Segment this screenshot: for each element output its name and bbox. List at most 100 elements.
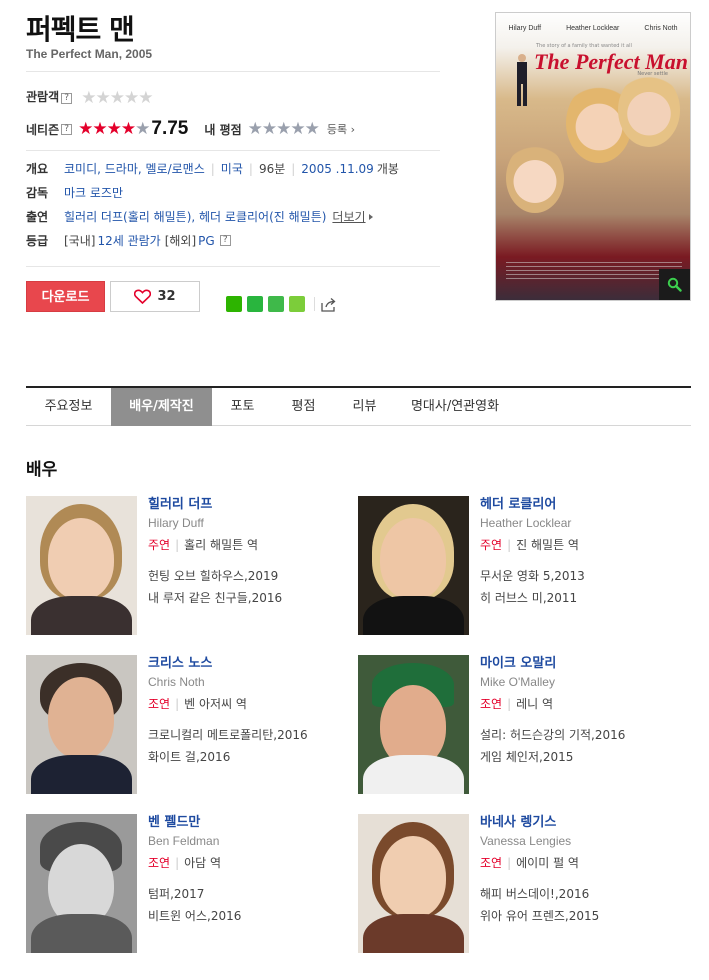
- filmography-item[interactable]: 히 러브스 미,2011: [480, 587, 585, 609]
- star-icon: ★: [120, 118, 136, 139]
- filmography-item[interactable]: 위아 유어 프렌즈,2015: [480, 905, 599, 927]
- overview-label: 개요: [26, 162, 49, 176]
- actor-name-ko[interactable]: 벤 펠드만: [148, 814, 241, 832]
- release-suffix: 개봉: [376, 162, 399, 176]
- help-icon[interactable]: ?: [61, 93, 73, 104]
- actor-name-en: Hilary Duff: [148, 516, 204, 530]
- star-icon[interactable]: ★: [262, 119, 277, 139]
- star-icon[interactable]: ★: [290, 119, 305, 139]
- separator: |: [175, 538, 180, 552]
- filmography-item[interactable]: 화이트 걸,2016: [148, 746, 308, 768]
- role-type: 조연: [480, 697, 503, 711]
- blog-share-icon[interactable]: [226, 296, 242, 312]
- actor-card: 마이크 오말리 Mike O'Malley 조연 | 레니 역 설리: 허드슨강의 …: [358, 655, 688, 795]
- actor-name-ko[interactable]: 마이크 오말리: [480, 655, 625, 673]
- actor-name-ko[interactable]: 크리스 노스: [148, 655, 308, 673]
- my-rating-label: 내 평점: [204, 122, 242, 137]
- photo-face: [48, 518, 114, 600]
- audience-rating: 관람객? ★★★★★: [26, 86, 153, 108]
- actor-name-ko[interactable]: 힐러리 더프: [148, 496, 282, 514]
- actor-photo[interactable]: [26, 655, 137, 794]
- star-icon[interactable]: ★: [305, 119, 320, 139]
- actor-photo[interactable]: [26, 496, 137, 635]
- memo-share-icon[interactable]: [289, 296, 305, 312]
- filmography-item[interactable]: 비트윈 어스,2016: [148, 905, 241, 927]
- filmography-item[interactable]: 설리: 허드슨강의 기적,2016: [480, 724, 625, 746]
- actor-role: 주연 | 진 해밀튼 역: [480, 534, 585, 556]
- actor-photo[interactable]: [358, 496, 469, 635]
- actor-role: 조연 | 아담 역: [148, 852, 241, 874]
- audience-stars: ★★★★★: [81, 88, 153, 108]
- star-icon[interactable]: ★: [276, 119, 291, 139]
- separator: |: [248, 161, 253, 176]
- photo-face: [380, 518, 446, 600]
- filmography-item[interactable]: 텀퍼,2017: [148, 883, 241, 905]
- tab-cast-crew[interactable]: 배우/제작진: [111, 388, 212, 426]
- actor-name-en: Mike O'Malley: [480, 675, 555, 689]
- actor-card: 바네사 렝기스 Vanessa Lengies 조연 | 에이미 펄 역 해피 버스…: [358, 814, 688, 954]
- actor-name-en: Ben Feldman: [148, 834, 220, 848]
- filmography-item[interactable]: 게임 체인저,2015: [480, 746, 625, 768]
- director-link[interactable]: 마크 로즈만: [64, 184, 123, 201]
- help-icon[interactable]: ?: [61, 123, 73, 135]
- actor-card: 크리스 노스 Chris Noth 조연 | 벤 아저씨 역 크로니컬리 메트로폴리…: [26, 655, 356, 795]
- genre-link[interactable]: 코미디, 드라마, 멜로/로맨스: [64, 160, 205, 177]
- cast-label: 출연: [26, 210, 49, 224]
- magnifier-icon: [667, 277, 682, 292]
- movie-poster[interactable]: Hilary Duff Heather Locklear Chris Noth …: [495, 12, 691, 301]
- tab-main-info[interactable]: 주요정보: [26, 388, 111, 426]
- download-button[interactable]: 다운로드: [26, 281, 105, 312]
- grade-domestic-link[interactable]: 12세 관람가: [97, 232, 160, 249]
- tab-photos[interactable]: 포토: [212, 388, 273, 426]
- divider: [26, 71, 440, 72]
- share-icon[interactable]: [321, 297, 337, 312]
- register-rating-link[interactable]: 등록 ›: [327, 121, 355, 137]
- actor-name-ko[interactable]: 헤더 로클리어: [480, 496, 585, 514]
- poster-face: [506, 143, 564, 213]
- tab-bar: 주요정보 배우/제작진 포토 평점 리뷰 명대사/연관영화: [26, 386, 691, 426]
- star-icon[interactable]: ★: [248, 119, 263, 139]
- role-type: 조연: [148, 697, 171, 711]
- actor-role: 조연 | 에이미 펄 역: [480, 852, 599, 874]
- grade-foreign-link[interactable]: PG: [198, 234, 215, 248]
- actor-name-ko[interactable]: 바네사 렝기스: [480, 814, 599, 832]
- poster-man-figure: [517, 54, 527, 106]
- more-cast-link[interactable]: 더보기: [332, 208, 365, 225]
- actor-photo[interactable]: [26, 814, 137, 953]
- tab-quotes-related[interactable]: 명대사/연관영화: [395, 388, 515, 426]
- photo-body: [31, 755, 132, 794]
- overview-row: 개요 코미디, 드라마, 멜로/로맨스 | 미국 | 96분 | 2005 .1…: [26, 160, 399, 177]
- cast-link[interactable]: 힐러리 더프(홀리 해밀튼), 헤더 로클리어(진 해밀튼): [64, 208, 326, 225]
- tab-ratings[interactable]: 평점: [273, 388, 334, 426]
- role-type: 주연: [480, 538, 503, 552]
- separator: |: [507, 856, 512, 870]
- star-icon: ★: [109, 88, 125, 108]
- filmography-item[interactable]: 무서운 영화 5,2013: [480, 565, 585, 587]
- filmography-item[interactable]: 헌팅 오브 힐하우스,2019: [148, 565, 282, 587]
- filmography-item[interactable]: 내 루저 같은 친구들,2016: [148, 587, 282, 609]
- photo-face: [48, 677, 114, 759]
- role-name: 레니 역: [516, 697, 554, 711]
- actor-role: 조연 | 레니 역: [480, 693, 625, 715]
- star-icon: ★: [106, 118, 122, 139]
- band-share-icon[interactable]: [268, 296, 284, 312]
- poster-credits: [506, 262, 682, 282]
- movie-subtitle: The Perfect Man, 2005: [26, 47, 153, 61]
- actor-photo[interactable]: [358, 814, 469, 953]
- tab-reviews[interactable]: 리뷰: [334, 388, 395, 426]
- country-link[interactable]: 미국: [221, 160, 243, 177]
- filmography-item[interactable]: 해피 버스데이!,2016: [480, 883, 599, 905]
- zoom-button[interactable]: [659, 269, 690, 300]
- filmography-item[interactable]: 크로니컬리 메트로폴리탄,2016: [148, 724, 308, 746]
- help-icon[interactable]: ?: [219, 235, 231, 246]
- release-date-link[interactable]: 2005 .11.09: [301, 162, 374, 176]
- my-rating-stars[interactable]: ★★★★★: [248, 119, 320, 139]
- netizen-label: 네티즌: [26, 122, 60, 137]
- cafe-share-icon[interactable]: [247, 296, 263, 312]
- grade-domestic-prefix: [국내]: [64, 234, 96, 248]
- netizen-rating: 네티즌? ★★★★★ 7.75 내 평점 ★★★★★ 등록 ›: [26, 118, 355, 140]
- actor-photo[interactable]: [358, 655, 469, 794]
- like-button[interactable]: 32: [110, 281, 200, 312]
- role-name: 진 해밀튼 역: [516, 538, 579, 552]
- register-label: 등록: [326, 123, 348, 136]
